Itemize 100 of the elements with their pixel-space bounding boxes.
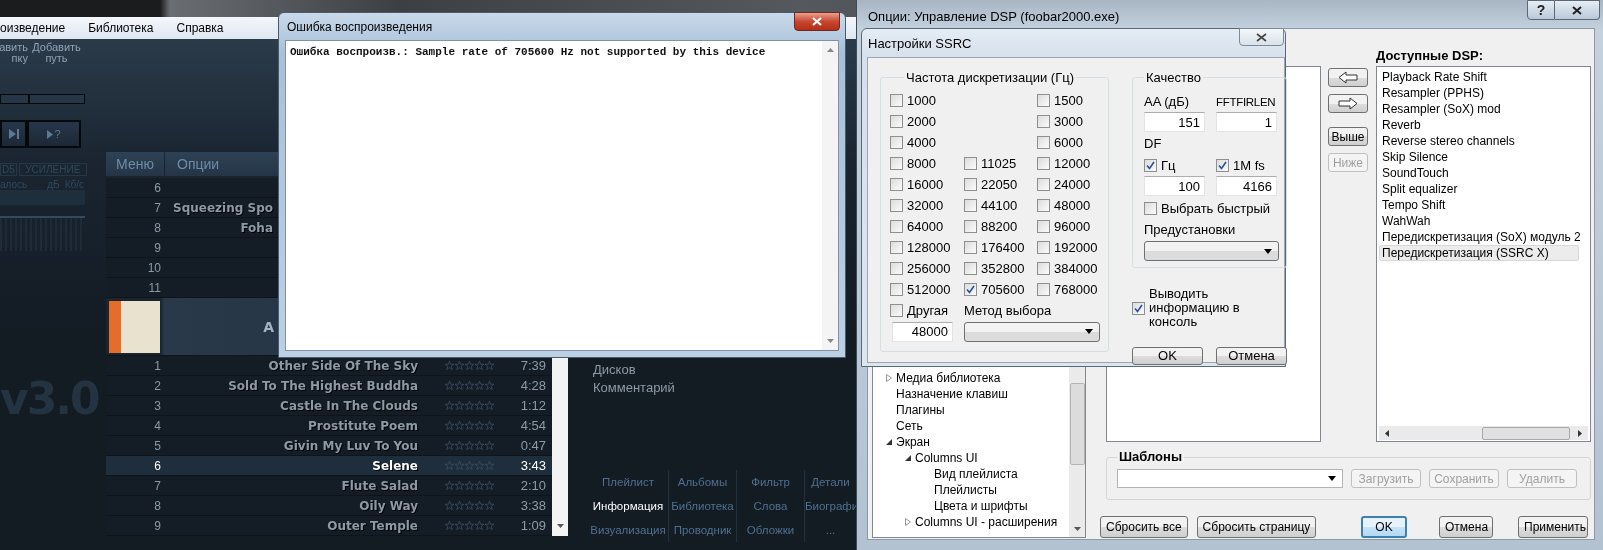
close-button[interactable] <box>1239 28 1284 46</box>
tree-item[interactable]: Медиа библиотека <box>896 371 1001 385</box>
list-item[interactable]: Передискретизация (SoX) модуль 2 <box>1379 229 1582 245</box>
checkbox[interactable] <box>890 115 903 128</box>
list-item[interactable]: Resampler (SoX) mod <box>1379 101 1502 117</box>
list-item[interactable]: Split equalizer <box>1379 181 1459 197</box>
checkbox[interactable] <box>890 94 903 107</box>
checkbox[interactable] <box>1132 301 1145 315</box>
number-field[interactable]: 4166 <box>1216 176 1277 196</box>
checkbox[interactable] <box>1037 136 1050 149</box>
scroll-thumb[interactable] <box>1069 383 1085 465</box>
dropdown[interactable] <box>1144 241 1279 261</box>
checkbox[interactable] <box>964 199 977 212</box>
checkbox[interactable] <box>964 283 977 296</box>
tree-item[interactable]: Columns UI <box>915 451 978 465</box>
scroll-thumb[interactable] <box>1482 426 1570 440</box>
number-field[interactable]: 1 <box>1216 112 1277 132</box>
help-button[interactable]: ? <box>1527 0 1555 20</box>
checkbox[interactable] <box>1216 159 1229 172</box>
checkbox[interactable] <box>890 178 903 191</box>
checkbox[interactable] <box>1037 157 1050 170</box>
list-item[interactable]: Передискретизация (SSRC X) <box>1379 245 1579 261</box>
list-item[interactable]: Resampler (PPHS) <box>1379 85 1486 101</box>
number-field[interactable]: 151 <box>1144 112 1205 132</box>
list-item[interactable]: WahWah <box>1379 213 1432 229</box>
checkbox[interactable] <box>890 157 903 170</box>
checkbox[interactable] <box>964 220 977 233</box>
checkbox[interactable] <box>1037 283 1050 296</box>
dialog-button[interactable]: Сбросить все <box>1100 516 1188 538</box>
rating-stars[interactable] <box>445 481 495 490</box>
list-item[interactable]: Tempo Shift <box>1379 197 1447 213</box>
checkbox[interactable] <box>1037 262 1050 275</box>
dialog-button[interactable]: OK <box>1132 347 1203 365</box>
list-item[interactable]: Reverse stereo channels <box>1379 133 1516 149</box>
tree-item[interactable]: Плагины <box>896 403 945 417</box>
expanded-triangle-icon[interactable] <box>885 438 893 446</box>
dialog-button[interactable]: Сбросить страницу <box>1196 516 1317 538</box>
menu-item[interactable]: Справка <box>176 21 233 35</box>
tree-item[interactable]: Экран <box>896 435 930 449</box>
toolbar-button[interactable]: авить пку <box>0 42 28 64</box>
next-track-button[interactable] <box>0 120 27 148</box>
arrow-button[interactable] <box>1328 68 1368 87</box>
close-button[interactable] <box>1555 0 1600 20</box>
checkbox[interactable] <box>1037 220 1050 233</box>
expanded-triangle-icon[interactable] <box>904 454 912 462</box>
collapsed-triangle-icon[interactable] <box>885 374 893 382</box>
rating-stars[interactable] <box>445 501 495 510</box>
number-field[interactable]: 100 <box>1144 176 1205 196</box>
close-button[interactable] <box>794 12 840 31</box>
rating-stars[interactable] <box>445 421 495 430</box>
checkbox[interactable] <box>964 262 977 275</box>
dialog-button[interactable]: Применить <box>1518 516 1588 538</box>
checkbox[interactable] <box>964 241 977 254</box>
checkbox[interactable] <box>890 199 903 212</box>
menu-item[interactable]: Библиотека <box>88 21 163 35</box>
list-item[interactable]: Skip Silence <box>1379 149 1450 165</box>
arrow-button[interactable] <box>1328 94 1368 113</box>
checkbox[interactable] <box>890 283 903 296</box>
list-item[interactable]: SoundTouch <box>1379 165 1450 181</box>
rating-stars[interactable] <box>445 521 495 530</box>
rating-stars[interactable] <box>445 461 495 470</box>
rating-stars[interactable] <box>445 441 495 450</box>
rating-stars[interactable] <box>445 361 495 370</box>
scrollbar[interactable] <box>1379 426 1588 440</box>
list-item[interactable]: Playback Rate Shift <box>1379 69 1488 85</box>
checkbox[interactable] <box>1037 94 1050 107</box>
panel-tab[interactable]: Информация <box>588 494 668 518</box>
checkbox[interactable] <box>890 136 903 149</box>
checkbox[interactable] <box>890 220 903 233</box>
number-field[interactable]: 48000 <box>892 321 953 342</box>
menu-item[interactable]: оизведение <box>0 21 75 35</box>
checkbox[interactable] <box>890 262 903 275</box>
checkbox[interactable] <box>890 241 903 254</box>
tree-item[interactable]: Columns UI - расширения <box>915 515 1058 529</box>
collapsed-triangle-icon[interactable] <box>904 518 912 526</box>
playlist-row[interactable]: 6 Selene 3:43 <box>106 456 552 476</box>
tree-item[interactable]: Вид плейлиста <box>934 467 1018 481</box>
rating-stars[interactable] <box>445 381 495 390</box>
scrollbar[interactable] <box>822 41 838 350</box>
checkbox[interactable] <box>1037 115 1050 128</box>
rating-stars[interactable] <box>445 401 495 410</box>
checkbox[interactable] <box>890 304 903 317</box>
tree-item[interactable]: Плейлисты <box>934 483 997 497</box>
dialog-button[interactable]: OK <box>1361 516 1407 538</box>
dialog-button[interactable]: Отмена <box>1439 516 1493 538</box>
move-button[interactable]: Выше <box>1328 127 1368 146</box>
checkbox[interactable] <box>1144 202 1157 215</box>
dialog-button[interactable]: Отмена <box>1216 347 1287 365</box>
checkbox[interactable] <box>1144 159 1157 172</box>
list-item[interactable]: Reverb <box>1379 117 1422 133</box>
checkbox[interactable] <box>964 178 977 191</box>
checkbox[interactable] <box>1037 178 1050 191</box>
dropdown[interactable] <box>964 321 1100 342</box>
tree-item[interactable]: Назначение клавиш <box>896 387 1008 401</box>
checkbox[interactable] <box>1037 241 1050 254</box>
checkbox[interactable] <box>964 157 977 170</box>
dropdown[interactable] <box>1117 469 1343 488</box>
tree-item[interactable]: Цвета и шрифты <box>934 499 1028 513</box>
tree-item[interactable]: Сеть <box>896 419 923 433</box>
toolbar-button[interactable]: Добавить путь <box>31 42 82 64</box>
